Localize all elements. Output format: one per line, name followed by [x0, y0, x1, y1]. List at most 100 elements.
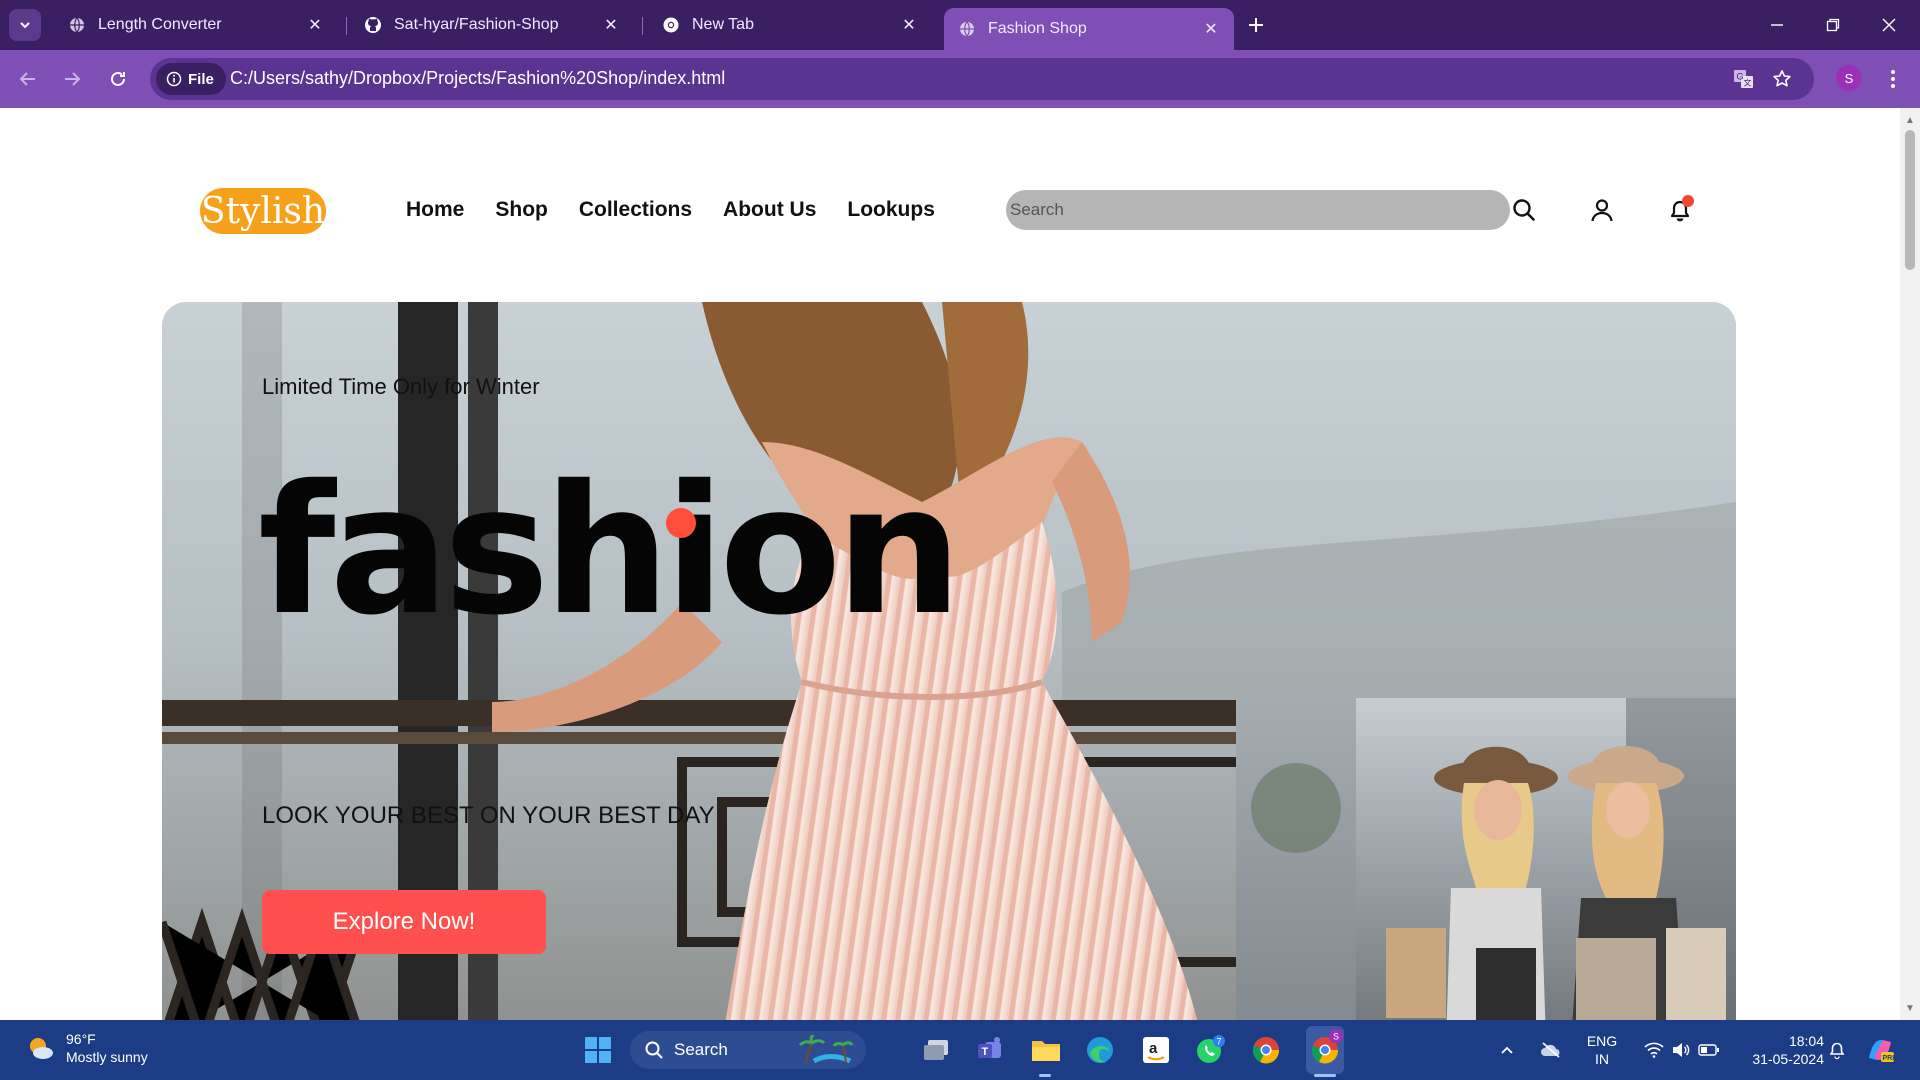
- notifications-button[interactable]: [1664, 194, 1696, 226]
- whatsapp-app[interactable]: 7: [1190, 1030, 1230, 1070]
- tab-fashion-shop-repo[interactable]: Sat-hyar/Fashion-Shop ✕: [350, 8, 634, 42]
- wifi-icon: [1644, 1042, 1664, 1058]
- hero-accent-dot: [666, 508, 696, 538]
- hero-banner: Limited Time Only for Winter fashion LOO…: [162, 302, 1736, 1020]
- close-tab-icon[interactable]: ✕: [900, 16, 918, 34]
- tab-fashion-shop[interactable]: Fashion Shop ✕: [944, 8, 1234, 50]
- clock[interactable]: 18:04 31-05-2024: [1734, 1032, 1824, 1068]
- nav-home[interactable]: Home: [406, 198, 464, 222]
- account-button[interactable]: [1586, 194, 1618, 226]
- svg-text:T: T: [982, 1046, 989, 1058]
- close-tab-icon[interactable]: ✕: [602, 16, 620, 34]
- notification-center-button[interactable]: [1822, 1030, 1852, 1070]
- user-icon: [1591, 199, 1613, 222]
- quick-settings[interactable]: [1636, 1030, 1728, 1070]
- url-text[interactable]: C:/Users/sathy/Dropbox/Projects/Fashion%…: [230, 68, 725, 89]
- taskbar-search[interactable]: Search: [630, 1031, 866, 1069]
- tab-title: Fashion Shop: [988, 20, 1087, 37]
- search-icon: [645, 1041, 663, 1059]
- hero-title: fashion: [258, 447, 962, 654]
- restore-button[interactable]: [1820, 12, 1846, 38]
- reload-icon: [111, 71, 125, 86]
- nav-about-us[interactable]: About Us: [723, 198, 816, 222]
- search-icon: [1513, 199, 1535, 221]
- bookmark-button[interactable]: [1770, 67, 1794, 91]
- onedrive-status[interactable]: [1536, 1030, 1566, 1070]
- copilot-icon: PRE: [1869, 1040, 1896, 1062]
- plus-icon: [1249, 18, 1263, 32]
- tab-search-button[interactable]: [9, 9, 41, 41]
- clock-date: 31-05-2024: [1752, 1051, 1824, 1067]
- beach-scene-icon: [798, 1035, 854, 1064]
- notification-dot: [1682, 195, 1694, 207]
- chrome-profile-app-active[interactable]: S: [1306, 1026, 1344, 1074]
- search-button[interactable]: [1508, 194, 1540, 226]
- teams-icon: T: [978, 1037, 1001, 1058]
- vertical-scrollbar[interactable]: ▲ ▼: [1900, 108, 1920, 1020]
- scrollbar-thumb[interactable]: [1905, 130, 1915, 270]
- profile-avatar[interactable]: S: [1836, 65, 1862, 91]
- running-indicator: [1039, 1074, 1051, 1077]
- chrome-app[interactable]: [1246, 1030, 1286, 1070]
- close-window-button[interactable]: [1876, 12, 1902, 38]
- weather-widget[interactable]: 96°F Mostly sunny: [24, 1030, 148, 1066]
- chevron-down-icon: [20, 22, 30, 29]
- site-info-chip[interactable]: File: [156, 63, 226, 95]
- star-icon: [1773, 70, 1791, 87]
- address-bar[interactable]: File C:/Users/sathy/Dropbox/Projects/Fas…: [150, 58, 1814, 100]
- site-info-label: File: [188, 70, 214, 88]
- chrome-icon: [662, 16, 680, 34]
- restore-icon: [1826, 18, 1840, 32]
- edge-icon: [1087, 1037, 1113, 1063]
- whatsapp-icon: 7: [1197, 1035, 1225, 1063]
- folder-icon: [1032, 1041, 1060, 1061]
- reload-button[interactable]: [104, 65, 132, 93]
- show-hidden-icons-button[interactable]: [1492, 1030, 1522, 1070]
- weather-temp: 96°F: [66, 1031, 96, 1047]
- battery-icon: [1698, 1044, 1719, 1056]
- explore-now-button[interactable]: Explore Now!: [262, 890, 546, 954]
- clock-time: 18:04: [1788, 1033, 1824, 1049]
- cloud-offline-icon: [1541, 1042, 1560, 1058]
- hero-tagline: Limited Time Only for Winter: [262, 374, 540, 399]
- nav-collections[interactable]: Collections: [579, 198, 692, 222]
- tab-new-tab[interactable]: New Tab ✕: [648, 8, 932, 42]
- scroll-down-arrow-icon[interactable]: ▼: [1904, 1002, 1916, 1014]
- minimize-button[interactable]: [1764, 12, 1790, 38]
- info-icon: [166, 71, 182, 87]
- weather-condition: Mostly sunny: [66, 1049, 148, 1065]
- taskbar-search-label: Search: [674, 1040, 728, 1059]
- edge-app[interactable]: [1080, 1030, 1120, 1070]
- browser-menu-button[interactable]: [1880, 65, 1906, 93]
- whatsapp-badge: 7: [1217, 1037, 1222, 1047]
- nav-shop[interactable]: Shop: [495, 198, 548, 222]
- search-input[interactable]: [1006, 190, 1510, 230]
- language-region: IN: [1595, 1051, 1609, 1067]
- translate-button[interactable]: G文: [1732, 67, 1756, 91]
- new-tab-button[interactable]: [1243, 12, 1269, 38]
- file-explorer-app[interactable]: [1026, 1030, 1066, 1070]
- github-icon: [364, 16, 382, 34]
- forward-button[interactable]: [58, 65, 86, 93]
- close-tab-icon[interactable]: ✕: [306, 16, 324, 34]
- input-language[interactable]: ENG IN: [1584, 1032, 1620, 1068]
- start-button[interactable]: [578, 1030, 618, 1070]
- copilot-button[interactable]: PRE: [1862, 1030, 1898, 1070]
- active-app-indicator: [1314, 1074, 1336, 1077]
- teams-app[interactable]: T: [970, 1030, 1010, 1070]
- site-logo[interactable]: Stylish: [200, 188, 326, 234]
- amazon-app[interactable]: a: [1136, 1030, 1176, 1070]
- scroll-up-arrow-icon[interactable]: ▲: [1904, 114, 1916, 126]
- svg-text:PRE: PRE: [1883, 1055, 1896, 1062]
- back-button[interactable]: [14, 65, 42, 93]
- task-view-button[interactable]: [916, 1030, 956, 1070]
- close-icon: [1882, 18, 1896, 32]
- svg-text:文: 文: [1744, 78, 1752, 88]
- browser-tab-strip: Length Converter ✕ Sat-hyar/Fashion-Shop…: [0, 0, 1920, 50]
- close-tab-icon[interactable]: ✕: [1202, 20, 1220, 38]
- bell-icon: [1829, 1042, 1845, 1060]
- volume-icon: [1673, 1043, 1690, 1057]
- tab-length-converter[interactable]: Length Converter ✕: [54, 8, 338, 42]
- chevron-up-icon: [1501, 1046, 1513, 1054]
- nav-lookups[interactable]: Lookups: [847, 198, 935, 222]
